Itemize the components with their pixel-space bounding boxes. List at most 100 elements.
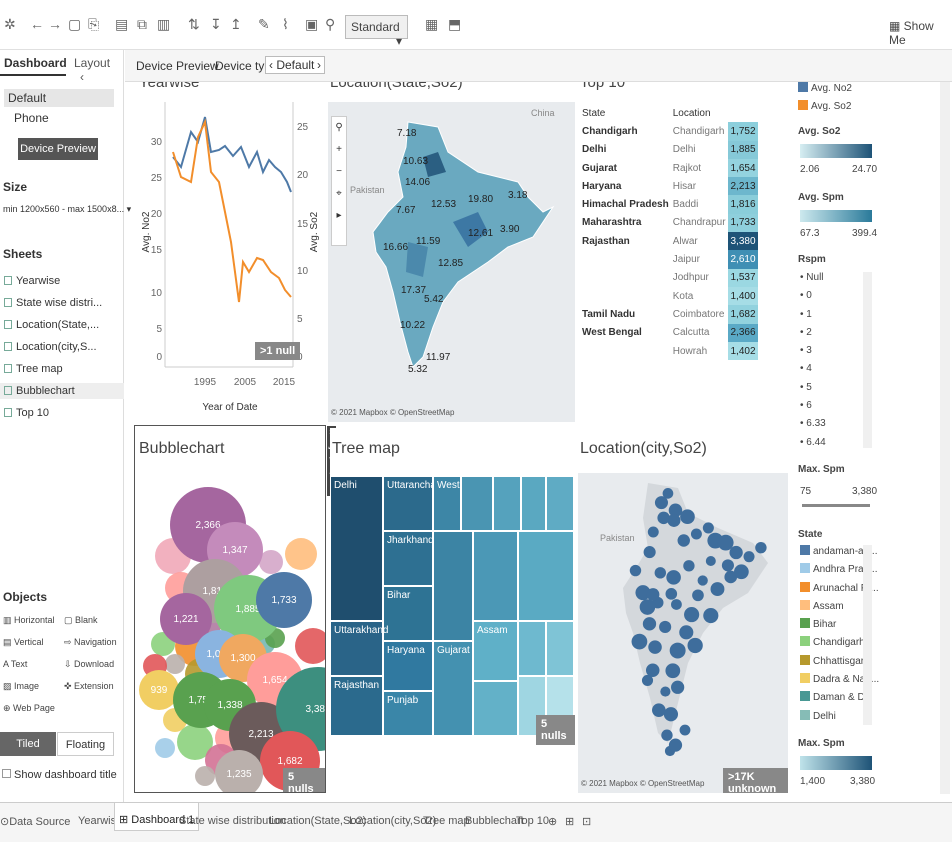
sheet-item-yearwise[interactable]: Yearwise [4,275,60,287]
object-vertical[interactable]: ▤ Vertical [3,637,44,648]
state-map[interactable]: 7.18 10.63 14.06 12.53 19.80 3.18 7.67 1… [328,102,575,422]
floating-button[interactable]: Floating [57,732,114,756]
state-legend-item[interactable]: Bihar [800,618,872,636]
city-point[interactable] [684,607,700,623]
treemap-cell[interactable]: West [433,476,461,531]
rspm-item[interactable]: • Null [800,272,872,290]
unknown-badge[interactable]: >17K unknown [723,768,788,793]
treemap-cell[interactable] [521,476,546,531]
city-point[interactable] [697,575,708,586]
city-point[interactable] [665,588,678,600]
group-icon[interactable]: ⌇ [282,16,289,33]
state-legend-item[interactable]: Assam [800,599,872,618]
city-point[interactable] [643,546,656,559]
tab-top10[interactable]: Top 10 [516,815,549,827]
city-point[interactable] [668,738,683,752]
city-point[interactable] [647,526,659,538]
object-text[interactable]: A Text [3,659,27,669]
city-point[interactable] [680,509,695,525]
maxspm-slider[interactable] [802,504,870,507]
view-size-select[interactable]: Standard ▾ [345,15,408,48]
top10-row[interactable]: Howrah 1,402 [580,341,758,361]
city-point[interactable] [679,625,694,640]
object-image[interactable]: ▨ Image [3,681,39,692]
city-point[interactable] [702,522,714,534]
state-legend-item[interactable]: Arunachal Pr... [800,581,879,600]
bubble[interactable] [155,738,175,758]
device-preview-toggle[interactable]: Device Preview [136,59,219,73]
top10-row[interactable]: Jaipur 2,610 [580,250,758,269]
top10-row[interactable]: Maharashtra Chandrapur 1,733 [580,213,758,233]
map-search-icon[interactable]: ⚲ [332,117,346,139]
treemap-cell[interactable] [546,621,574,676]
city-point[interactable] [665,663,681,679]
highlight-icon[interactable]: ✎ [258,16,270,33]
city-point[interactable] [642,617,657,631]
sort-asc-icon[interactable]: ↧ [210,16,222,33]
treemap-cell[interactable]: Delhi [330,476,383,621]
top10-row[interactable]: Gujarat Rajkot 1,654 [580,158,758,178]
rspm-item[interactable]: • 1 [800,309,872,327]
device-phone[interactable]: Phone [14,111,49,125]
city-point[interactable] [692,589,704,602]
tiled-button[interactable]: Tiled [0,732,56,756]
rspm-item[interactable]: • 3 [800,345,872,363]
swap-icon[interactable]: ⇅ [188,16,200,33]
rspm-scrollbar[interactable] [863,272,872,448]
bubble[interactable] [295,628,325,664]
tableau-logo-icon[interactable]: ✲ [4,16,16,33]
treemap-cell[interactable]: Punjab [383,691,433,736]
city-point[interactable] [648,640,662,654]
object-horizontal[interactable]: ▥ Horizontal [3,615,55,626]
new-dashboard-icon[interactable]: ⊞ [565,815,574,828]
new-worksheet-icon[interactable]: ⊕ [548,815,557,828]
city-point[interactable] [657,511,670,525]
object-extension[interactable]: ✜ Extension [64,681,114,692]
state-legend-item[interactable]: andaman-an... [800,545,878,563]
sort-desc-icon[interactable]: ↥ [230,16,242,33]
device-default[interactable]: Default [4,89,114,107]
top10-row[interactable]: Himachal Pradesh Baddi 1,816 [580,195,758,214]
treemap-cell[interactable] [473,531,518,621]
rspm-item[interactable]: • 4 [800,363,872,381]
top10-row[interactable]: Kota 1,400 [580,286,758,306]
tab-data-source[interactable]: ⊙Data Source [0,815,70,828]
object-navigation[interactable]: ⇨ Navigation [64,637,117,648]
tab-dashboard[interactable]: Dashboard [0,50,67,76]
object-blank[interactable]: ▢ Blank [64,615,98,626]
top10-row[interactable]: Chandigarh Chandigarh 1,752 [580,122,758,141]
treemap-cell[interactable]: Rajasthan [330,676,383,736]
state-legend-item[interactable]: Delhi [800,709,872,728]
city-point[interactable] [743,551,755,563]
city-point[interactable] [683,560,695,572]
sheet-item-bubblechart[interactable]: Bubblechart [0,383,124,399]
sheet-item-top10[interactable]: Top 10 [4,407,49,419]
top10-row[interactable]: Haryana Hisar 2,213 [580,177,758,196]
sheet-item-treemap[interactable]: Tree map [4,363,63,375]
zoom-in-icon[interactable]: + [332,139,346,161]
state-legend-item[interactable]: Dadra & Nag... [800,673,879,691]
tab-layout[interactable]: Layout ‹ [70,50,124,84]
labels-icon[interactable]: ▣ [305,16,318,33]
save-icon[interactable]: ▢ [68,16,81,33]
rspm-item[interactable]: • 0 [800,290,872,308]
bubble[interactable] [285,538,317,570]
show-cards-icon[interactable]: ▦ [425,16,438,33]
presentation-icon[interactable]: ⬒ [448,16,461,33]
city-point[interactable] [671,599,682,610]
legend-so2[interactable]: Avg. So2 [798,100,851,112]
treemap-cell[interactable]: Assam [473,621,518,681]
treemap-cell[interactable]: Uttaranchal [383,476,438,531]
map-attribution[interactable]: © 2021 Mapbox © OpenStreetMap [581,779,704,788]
state-legend-item[interactable]: Chhattisgarh [800,654,872,673]
sheet-item-location-city[interactable]: Location(city,S... [4,341,97,353]
city-point[interactable] [703,607,719,624]
undo-icon[interactable]: ← [30,16,44,32]
city-map[interactable]: Pakistan © 2021 Mapbox © OpenStreetMap >… [578,473,788,793]
top10-row[interactable]: Rajasthan Alwar 3,380 [580,232,758,251]
treemap-cell[interactable] [433,531,473,641]
object-download[interactable]: ⇩ Download [64,659,114,670]
rspm-item[interactable]: • 2 [800,327,872,345]
null-badge[interactable]: 5 nulls [536,715,575,745]
city-point[interactable] [687,637,703,654]
